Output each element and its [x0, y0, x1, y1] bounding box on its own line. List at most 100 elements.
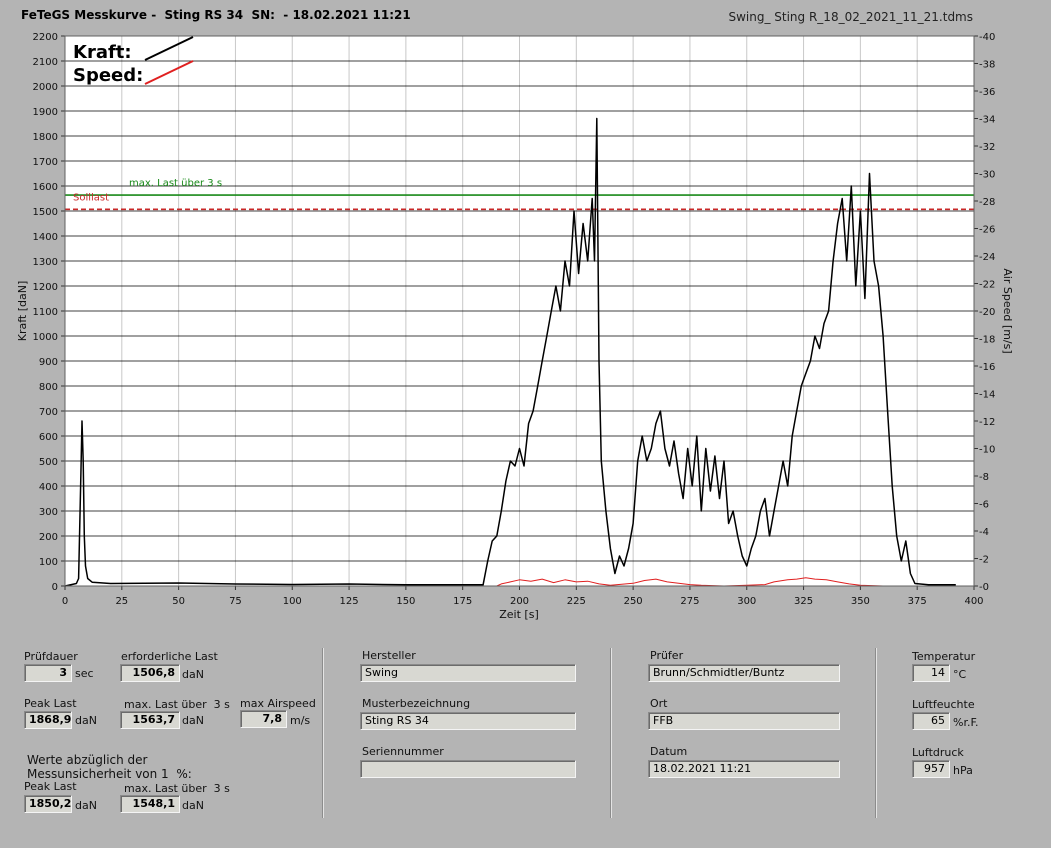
pruefdauer-field: 3 [24, 664, 72, 682]
ort-label: Ort [650, 697, 668, 710]
panel-separator [322, 648, 324, 818]
max-last-corrected-field: 1548,1 [120, 795, 180, 813]
y-tick-label: 200 [39, 532, 58, 543]
y2-tick-label: -28 [979, 197, 995, 208]
y2-tick-label: -36 [979, 87, 995, 98]
musterbezeichnung-field: Sting RS 34 [360, 712, 576, 730]
max-last-field: 1563,7 [120, 711, 180, 729]
y-tick-label: 1200 [33, 282, 58, 293]
x-tick-label: 100 [283, 596, 302, 607]
temperatur-unit: °C [953, 668, 967, 681]
x-tick-label: 150 [396, 596, 415, 607]
y2-tick-label: -20 [979, 307, 995, 318]
reference-line-label: Solllast [73, 192, 109, 203]
y2-tick-label: -16 [979, 362, 995, 373]
panel-separator [875, 648, 877, 818]
y2-tick-label: -34 [979, 115, 995, 126]
panel-separator [610, 648, 612, 818]
max-last-label: max. Last über 3 s [124, 698, 230, 711]
y2-tick-label: -10 [979, 445, 995, 456]
y2-tick-label: -26 [979, 225, 995, 236]
hersteller-label: Hersteller [362, 649, 416, 662]
pruefdauer-label: Prüfdauer [24, 650, 78, 663]
y2-tick-label: -6 [979, 500, 989, 511]
y-tick-label: 1500 [33, 207, 58, 218]
y-tick-label: 100 [39, 557, 58, 568]
x-tick-label: 400 [964, 596, 983, 607]
y-tick-label: 900 [39, 357, 58, 368]
y-tick-label: 1900 [33, 107, 58, 118]
luftfeuchte-label: Luftfeuchte [912, 698, 975, 711]
luftdruck-label: Luftdruck [912, 746, 964, 759]
peak-last-corrected-unit: daN [75, 799, 97, 812]
x-tick-label: 200 [510, 596, 529, 607]
y2-tick-label: -22 [979, 280, 995, 291]
y-tick-label: 400 [39, 482, 58, 493]
ort-field: FFB [648, 712, 840, 730]
y-tick-label: 1100 [33, 307, 58, 318]
y-tick-label: 1700 [33, 157, 58, 168]
x-tick-label: 225 [567, 596, 586, 607]
y-tick-label: 500 [39, 457, 58, 468]
uncertainty-note-line2: Messunsicherheit von 1 %: [27, 767, 192, 781]
y2-axis-label: Air Speed [m/s] [1001, 268, 1014, 353]
max-last-corrected-label: max. Last über 3 s [124, 782, 230, 795]
hersteller-field: Swing [360, 664, 576, 682]
y-tick-label: 300 [39, 507, 58, 518]
force-speed-chart: 0 25 50 75 100 125 150 175 200 225 250 275 300 325 350… [16, 32, 1014, 621]
y2-tick-label: -24 [979, 252, 995, 263]
x-tick-label: 75 [229, 596, 242, 607]
y-tick-label: 700 [39, 407, 58, 418]
x-tick-label: 325 [794, 596, 813, 607]
peak-last-corrected-field: 1850,2 [24, 795, 72, 813]
y2-tick-label: -4 [979, 527, 989, 538]
y2-tick-label: -30 [979, 170, 995, 181]
musterbezeichnung-label: Musterbezeichnung [362, 697, 471, 710]
datum-label: Datum [650, 745, 688, 758]
pruefer-label: Prüfer [650, 649, 684, 662]
x-tick-label: 50 [172, 596, 185, 607]
peak-last-unit: daN [75, 714, 97, 727]
pruefdauer-unit: sec [75, 667, 94, 680]
y-tick-label: 2200 [33, 32, 58, 43]
y-tick-label: 2100 [33, 57, 58, 68]
max-airspeed-unit: m/s [290, 714, 311, 727]
y-tick-label: 0 [52, 582, 58, 593]
pruefer-field: Brunn/Schmidtler/Buntz [648, 664, 840, 682]
legend-kraft-label: Kraft: [73, 42, 132, 63]
x-tick-label: 0 [62, 596, 68, 607]
y-tick-label: 1400 [33, 232, 58, 243]
peak-last-field: 1868,9 [24, 711, 72, 729]
y2-tick-label: -12 [979, 417, 995, 428]
y-tick-label: 2000 [33, 82, 58, 93]
y-tick-label: 1600 [33, 182, 58, 193]
erforderliche-last-unit: daN [182, 668, 204, 681]
temperatur-field: 14 [912, 664, 950, 682]
y2-tick-label: -40 [979, 32, 995, 43]
y2-tick-label: -14 [979, 390, 995, 401]
seriennummer-field [360, 760, 576, 778]
seriennummer-label: Seriennummer [362, 745, 444, 758]
x-axis-label: Zeit [s] [499, 608, 538, 621]
x-tick-label: 300 [737, 596, 756, 607]
erforderliche-last-label: erforderliche Last [121, 650, 218, 663]
x-tick-label: 25 [115, 596, 128, 607]
x-tick-label: 275 [680, 596, 699, 607]
y2-tick-label: -0 [979, 582, 989, 593]
uncertainty-note-line1: Werte abzüglich der [27, 753, 148, 767]
y-axis-label: Kraft [daN] [16, 281, 29, 342]
max-last-corrected-unit: daN [182, 799, 204, 812]
x-tick-label: 125 [340, 596, 359, 607]
max-airspeed-field: 7,8 [240, 710, 287, 728]
y-tick-label: 1300 [33, 257, 58, 268]
x-tick-label: 375 [908, 596, 927, 607]
temperatur-label: Temperatur [912, 650, 976, 663]
y2-tick-label: -32 [979, 142, 995, 153]
y-tick-label: 800 [39, 382, 58, 393]
luftfeuchte-field: 65 [912, 712, 950, 730]
peak-last-label: Peak Last [24, 697, 77, 710]
datum-field: 18.02.2021 11:21 [648, 760, 840, 778]
max-last-unit: daN [182, 714, 204, 727]
y2-tick-label: -8 [979, 472, 989, 483]
erforderliche-last-field: 1506,8 [120, 664, 180, 682]
